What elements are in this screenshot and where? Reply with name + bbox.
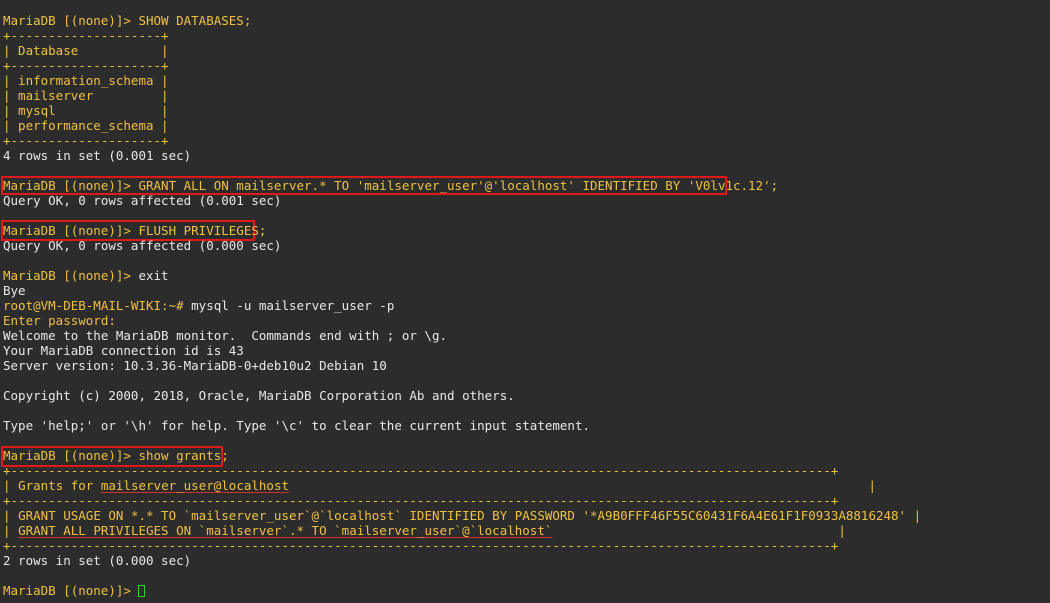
command: SHOW DATABASES;	[138, 13, 252, 28]
prompt-line: MariaDB [(none)]> GRANT ALL ON mailserve…	[3, 178, 778, 193]
copyright-text: Copyright (c) 2000, 2018, Oracle, MariaD…	[3, 388, 515, 403]
prompt-line[interactable]: MariaDB [(none)]>	[3, 583, 146, 598]
help-text: Type 'help;' or '\h' for help. Type '\c'…	[3, 418, 590, 433]
prompt-line: MariaDB [(none)]> exit	[3, 268, 169, 283]
prompt: MariaDB [(none)]>	[3, 178, 139, 193]
connection-id-text: Your MariaDB connection id is 43	[3, 343, 244, 358]
header-user: mailserver_user@localhost	[100, 478, 290, 493]
table-border: +--------------------+	[3, 58, 169, 73]
table-border: +---------------------------------------…	[3, 538, 839, 553]
shell-prompt: root@VM-DEB-MAIL-WIKI:~#	[3, 298, 192, 313]
table-row: | performance_schema |	[3, 118, 169, 133]
shell-prompt-line: root@VM-DEB-MAIL-WIKI:~# mysql -u mailse…	[3, 298, 394, 313]
prompt: MariaDB [(none)]>	[3, 223, 139, 238]
table-header: | Grants for mailserver_user@localhost |	[3, 478, 877, 493]
welcome-text: Welcome to the MariaDB monitor. Commands…	[3, 328, 448, 343]
table-border: +--------------------+	[3, 133, 169, 148]
result-text: 2 rows in set (0.000 sec)	[3, 553, 192, 568]
command: GRANT ALL ON mailserver.* TO 'mailserver…	[138, 178, 779, 193]
prompt-line: MariaDB [(none)]> FLUSH PRIVILEGES;	[3, 223, 266, 238]
grant-row: GRANT USAGE ON *.* TO `mailserver_user`@…	[18, 508, 907, 523]
table-header: | Database |	[3, 43, 169, 58]
bye-text: Bye	[3, 283, 26, 298]
cursor	[138, 585, 146, 597]
grant-row: GRANT ALL PRIVILEGES ON `mailserver`.* T…	[18, 523, 553, 538]
header-prefix: Grants for	[18, 478, 101, 493]
command: mysql -u mailserver_user -p	[191, 298, 395, 313]
prompt-line: MariaDB [(none)]> show grants;	[3, 448, 229, 463]
prompt: MariaDB [(none)]>	[3, 583, 139, 598]
table-row: | mailserver |	[3, 88, 169, 103]
command: show grants;	[138, 448, 229, 463]
password-prompt: Enter password:	[3, 313, 116, 328]
server-version-text: Server version: 10.3.36-MariaDB-0+deb10u…	[3, 358, 387, 373]
terminal-window[interactable]: MariaDB [(none)]> SHOW DATABASES; +-----…	[0, 0, 1050, 603]
command: exit	[138, 268, 169, 283]
table-border: +---------------------------------------…	[3, 493, 839, 508]
table-row: | GRANT USAGE ON *.* TO `mailserver_user…	[3, 508, 922, 523]
result-text: Query OK, 0 rows affected (0.000 sec)	[3, 238, 282, 253]
command: FLUSH PRIVILEGES;	[138, 223, 267, 238]
prompt: MariaDB [(none)]>	[3, 448, 139, 463]
table-border: +--------------------+	[3, 28, 169, 43]
result-text: 4 rows in set (0.001 sec)	[3, 148, 192, 163]
result-text: Query OK, 0 rows affected (0.001 sec)	[3, 193, 282, 208]
prompt: MariaDB [(none)]>	[3, 268, 139, 283]
table-row: | information_schema |	[3, 73, 169, 88]
table-border: +---------------------------------------…	[3, 463, 839, 478]
prompt: MariaDB [(none)]>	[3, 13, 139, 28]
prompt-line: MariaDB [(none)]> SHOW DATABASES;	[3, 13, 251, 28]
table-row: | GRANT ALL PRIVILEGES ON `mailserver`.*…	[3, 523, 846, 538]
table-row: | mysql |	[3, 103, 169, 118]
